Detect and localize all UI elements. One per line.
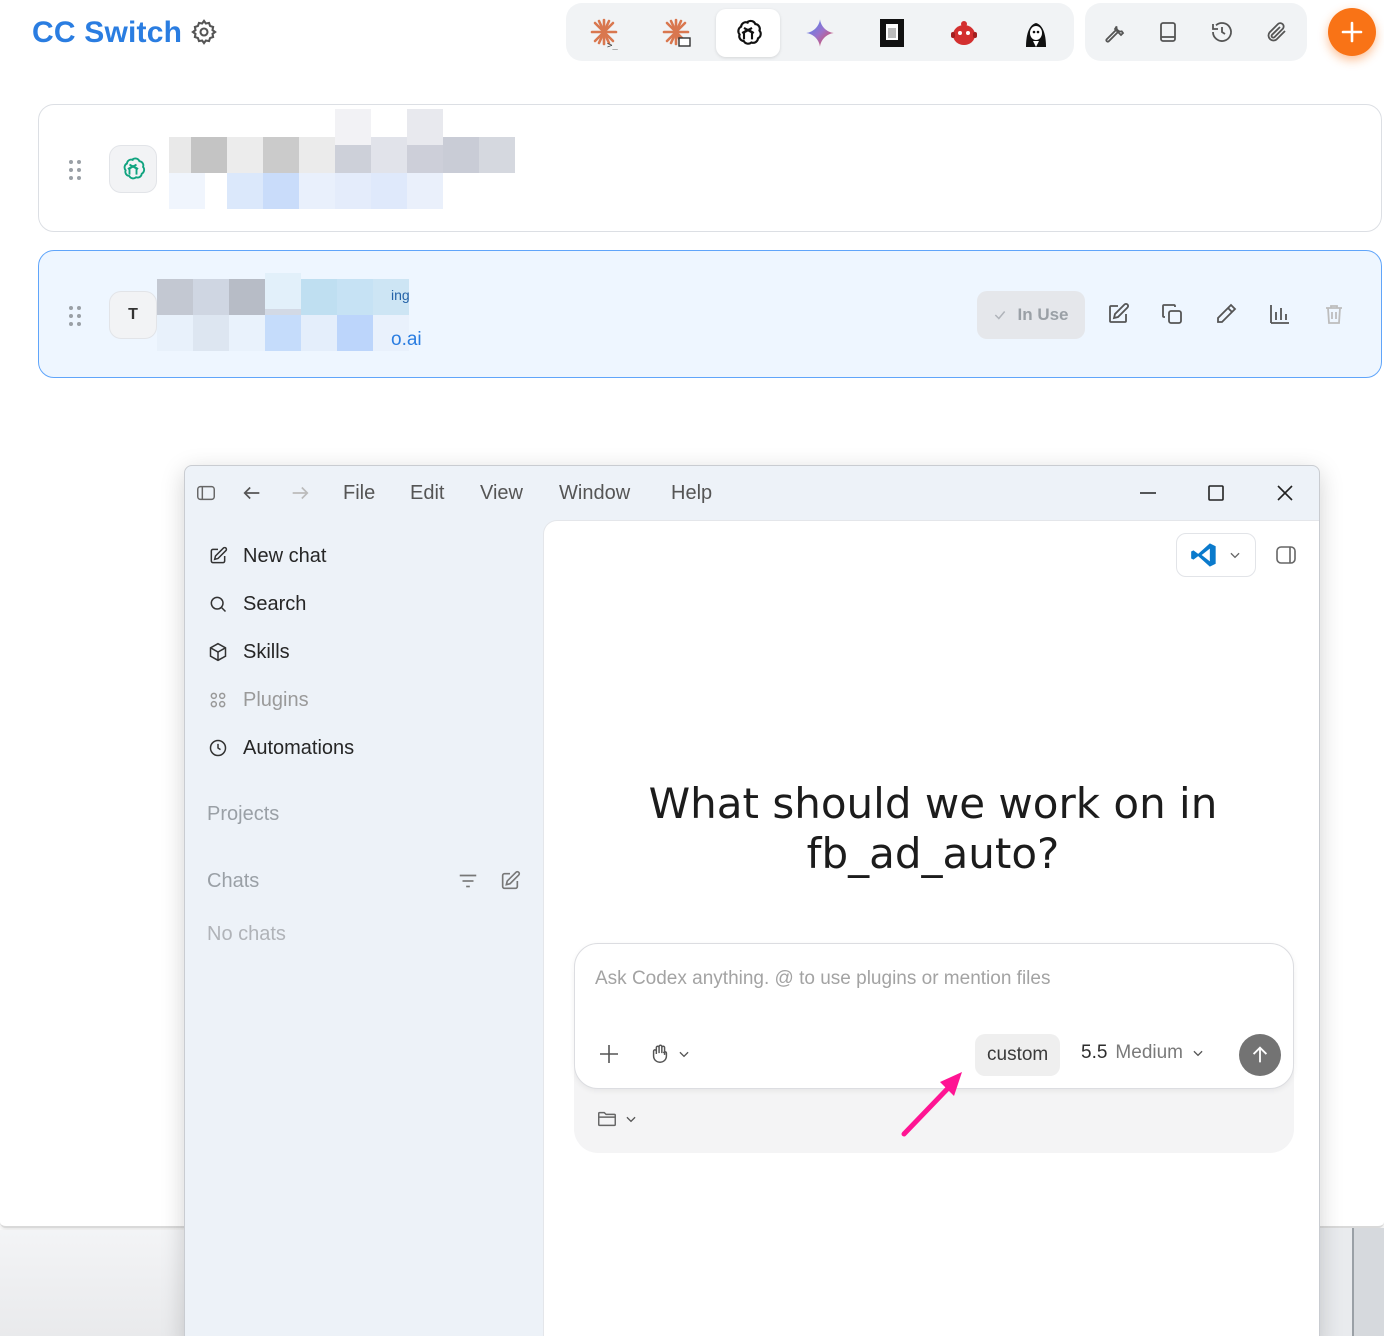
- menu-window[interactable]: Window: [559, 482, 630, 505]
- forward-arrow-icon[interactable]: [287, 480, 313, 506]
- codex-openai-icon[interactable]: [716, 9, 780, 57]
- in-use-button[interactable]: In Use: [977, 291, 1085, 339]
- open-in-ide-button[interactable]: [1176, 533, 1256, 577]
- character-icon[interactable]: [1004, 9, 1068, 57]
- model-effort: Medium: [1115, 1042, 1183, 1063]
- provider-card-active[interactable]: T ing o.ai In Use: [38, 250, 1382, 378]
- plugins-icon: [207, 689, 229, 711]
- maximize-icon[interactable]: [1203, 480, 1229, 506]
- desktop-background: [0, 1230, 186, 1336]
- model-version: 5.5: [1081, 1042, 1108, 1063]
- claude-desktop-icon[interactable]: [644, 9, 708, 57]
- clock-icon: [207, 737, 229, 759]
- sidebar-item-automations[interactable]: Automations: [207, 732, 354, 764]
- redacted-provider-name: [157, 273, 427, 353]
- bot-icon[interactable]: [932, 9, 996, 57]
- sidebar-item-label: Automations: [243, 736, 355, 759]
- chevron-down-icon: [1230, 552, 1240, 559]
- history-icon[interactable]: [1207, 17, 1237, 47]
- app-switcher: >_: [566, 3, 1074, 61]
- menu-help[interactable]: Help: [671, 482, 712, 505]
- side-panel-icon[interactable]: [1274, 543, 1300, 569]
- menu-edit[interactable]: Edit: [410, 482, 444, 505]
- sidebar-item-skills[interactable]: Skills: [207, 636, 290, 668]
- vscode-icon: [1191, 543, 1216, 567]
- svg-text:>_: >_: [607, 41, 618, 50]
- redacted-provider-name: [169, 109, 515, 213]
- menu-file[interactable]: File: [343, 482, 375, 505]
- paperclip-icon[interactable]: [1261, 17, 1291, 47]
- chevron-down-icon: [679, 1051, 689, 1058]
- menu-view[interactable]: View: [480, 482, 523, 505]
- check-icon: [995, 311, 1006, 320]
- new-chat-icon: [207, 545, 229, 567]
- title-bar: File Edit View Window Help: [185, 466, 1319, 520]
- claude-code-icon[interactable]: >_: [572, 9, 636, 57]
- sidebar-item-label: New chat: [243, 544, 327, 567]
- new-chat-small-icon[interactable]: [499, 870, 523, 894]
- main-panel: What should we work on in fb_ad_auto? As…: [543, 520, 1319, 1336]
- add-provider-button[interactable]: [1328, 8, 1376, 56]
- chevron-down-icon: [626, 1116, 636, 1123]
- sidebar-item-label: Search: [243, 592, 307, 615]
- openai-icon: [109, 145, 157, 193]
- prompt-input[interactable]: Ask Codex anything. @ to use plugins or …: [595, 968, 1050, 990]
- workspace-folder-button[interactable]: [596, 1107, 648, 1131]
- sidebar: New chat Search Skills Plugins Automatio…: [185, 520, 543, 1336]
- custom-profile-badge[interactable]: custom: [975, 1034, 1061, 1076]
- arrow-up-icon: [1252, 1046, 1268, 1063]
- projects-heading[interactable]: Projects: [207, 803, 279, 826]
- background-window-edge: [1352, 1228, 1384, 1336]
- sidebar-item-label: Skills: [243, 640, 290, 663]
- opencode-icon[interactable]: [860, 9, 924, 57]
- headline-line-1: What should we work on in: [648, 779, 1218, 828]
- model-selector[interactable]: 5.5 Medium: [1081, 1042, 1205, 1064]
- provider-name-fragment: ing: [391, 287, 410, 303]
- sidebar-toggle-icon[interactable]: [193, 480, 219, 506]
- gemini-icon[interactable]: [788, 9, 852, 57]
- headline-line-2: fb_ad_auto?: [806, 829, 1060, 878]
- chats-heading: Chats: [207, 870, 260, 892]
- welcome-headline: What should we work on in fb_ad_auto?: [544, 779, 1319, 879]
- sidebar-item-label: Plugins: [243, 688, 309, 711]
- send-button[interactable]: [1239, 1034, 1281, 1076]
- codex-window: File Edit View Window Help New chat Sear…: [184, 465, 1320, 1336]
- provider-url-fragment[interactable]: o.ai: [391, 329, 422, 351]
- search-icon: [207, 593, 229, 615]
- provider-card[interactable]: [38, 104, 1382, 232]
- back-arrow-icon[interactable]: [239, 480, 265, 506]
- approval-mode-button[interactable]: [649, 1042, 697, 1066]
- add-attachment-icon[interactable]: [597, 1042, 621, 1066]
- skills-icon: [207, 641, 229, 663]
- pencil-icon[interactable]: [1211, 299, 1241, 329]
- hand-icon: [652, 1044, 668, 1063]
- delete-icon[interactable]: [1319, 299, 1349, 329]
- folder-icon: [598, 1111, 616, 1127]
- minimize-icon[interactable]: [1135, 480, 1161, 506]
- edit-icon[interactable]: [1103, 299, 1133, 329]
- usage-chart-icon[interactable]: [1265, 299, 1295, 329]
- drag-handle-icon[interactable]: [67, 159, 83, 181]
- filter-icon[interactable]: [457, 870, 481, 894]
- no-chats-text: No chats: [207, 923, 286, 945]
- wrench-icon[interactable]: [1099, 17, 1129, 47]
- in-use-label: In Use: [1017, 305, 1069, 324]
- app-title: CC Switch: [32, 16, 183, 49]
- annotation-arrow-icon: [901, 1072, 962, 1137]
- chevron-down-icon: [1193, 1050, 1203, 1057]
- drag-handle-icon[interactable]: [67, 305, 83, 327]
- settings-gear-icon[interactable]: [190, 18, 218, 46]
- close-icon[interactable]: [1272, 480, 1298, 506]
- book-icon[interactable]: [1153, 17, 1183, 47]
- duplicate-icon[interactable]: [1157, 299, 1187, 329]
- sidebar-item-plugins[interactable]: Plugins: [207, 684, 309, 716]
- sidebar-item-search[interactable]: Search: [207, 588, 306, 620]
- tool-bar: [1085, 3, 1307, 61]
- sidebar-item-new-chat[interactable]: New chat: [207, 540, 326, 572]
- provider-avatar: T: [109, 291, 157, 339]
